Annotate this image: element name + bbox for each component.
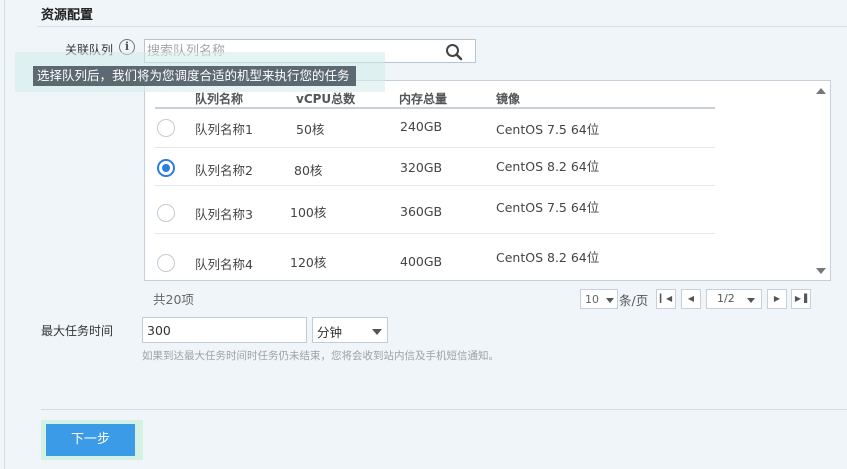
per-page-label: 条/页 [619, 293, 649, 308]
queue-table: 队列名称 vCPU总数 内存总量 镜像 队列名称1 50核 240GB Cent… [144, 80, 831, 281]
cell-image: CentOS 7.5 64位 [496, 122, 600, 137]
scroll-up-icon[interactable] [816, 88, 826, 94]
page-size-value: 10 [585, 293, 599, 306]
cell-memory: 360GB [400, 204, 443, 219]
page-select[interactable]: 1/2 [706, 289, 762, 309]
header-image: 镜像 [496, 92, 521, 106]
cell-vcpu: 120核 [290, 255, 327, 270]
row-divider [155, 185, 715, 186]
row-divider [155, 233, 715, 234]
page-value: 1/2 [717, 292, 735, 305]
total-count: 共20项 [153, 292, 194, 307]
next-page-icon[interactable]: ▶ [767, 289, 787, 309]
queue-tooltip: 选择队列后，我们将为您调度合适的机型来执行您的任务 [33, 66, 356, 86]
max-time-input[interactable] [142, 317, 307, 343]
row-radio-selected[interactable] [157, 159, 175, 177]
chevron-down-icon [747, 298, 755, 303]
next-step-button[interactable]: 下一步 [46, 424, 135, 456]
time-unit-select[interactable]: 分钟 [312, 317, 388, 343]
section-divider [37, 26, 847, 27]
cell-memory: 320GB [400, 160, 443, 175]
cell-memory: 400GB [400, 254, 443, 269]
cell-vcpu: 80核 [294, 163, 323, 178]
cell-memory: 240GB [400, 119, 443, 134]
chevron-down-icon [372, 329, 382, 335]
max-time-label: 最大任务时间 [41, 324, 114, 338]
table-scrollbar[interactable] [812, 81, 830, 280]
cell-vcpu: 100核 [290, 205, 327, 220]
cell-vcpu: 50核 [296, 122, 325, 137]
header-vcpu: vCPU总数 [296, 92, 356, 106]
cell-queue-name: 队列名称2 [195, 163, 253, 178]
header-memory: 内存总量 [399, 92, 448, 106]
row-radio[interactable] [157, 119, 175, 137]
prev-page-icon[interactable]: ◀ [681, 289, 701, 309]
chevron-down-icon [606, 298, 614, 303]
cell-queue-name: 队列名称4 [195, 257, 253, 272]
footer-divider [41, 409, 847, 410]
row-divider [155, 147, 715, 148]
row-radio[interactable] [157, 204, 175, 222]
section-title: 资源配置 [41, 8, 94, 23]
header-queue-name: 队列名称 [195, 92, 244, 106]
search-icon[interactable] [445, 43, 463, 61]
cell-image: CentOS 8.2 64位 [496, 159, 600, 174]
time-unit-value: 分钟 [317, 325, 343, 340]
cell-queue-name: 队列名称1 [195, 122, 253, 137]
cell-image: CentOS 8.2 64位 [496, 250, 600, 265]
row-radio[interactable] [157, 254, 175, 272]
page-size-select[interactable]: 10 [580, 289, 618, 309]
first-page-icon[interactable]: ▎◀ [656, 289, 676, 309]
resource-config-panel: 资源配置 关联队列 i 队列名称 vCPU总数 内存总量 镜像 队列名称1 50… [4, 0, 847, 469]
last-page-icon[interactable]: ▶▐ [791, 289, 811, 309]
cell-queue-name: 队列名称3 [195, 207, 253, 222]
cell-image: CentOS 7.5 64位 [496, 200, 600, 215]
scroll-down-icon[interactable] [816, 268, 826, 274]
max-time-hint: 如果到达最大任务时间时任务仍未结束，您将会收到站内信及手机短信通知。 [142, 350, 499, 362]
